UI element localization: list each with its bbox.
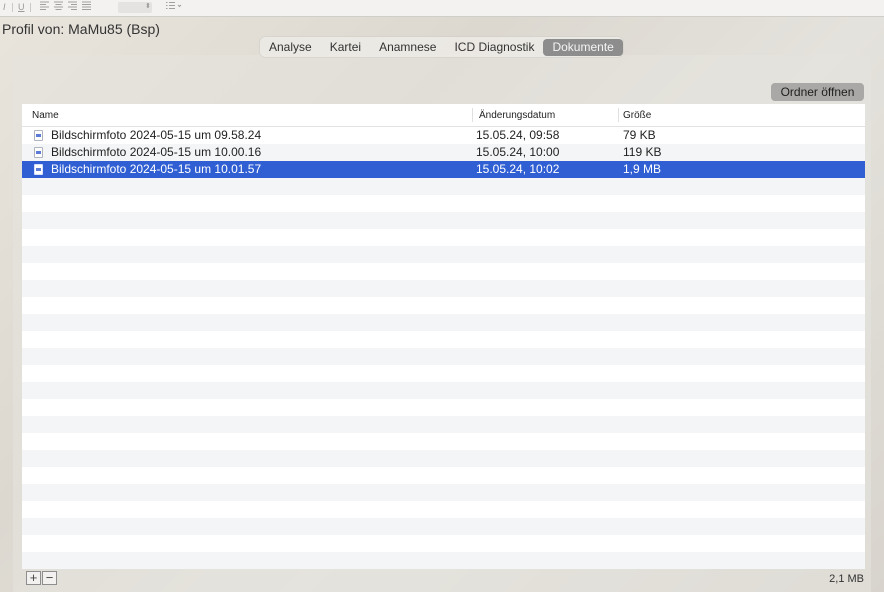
empty-row-stripe — [22, 280, 865, 297]
add-document-button[interactable]: + — [26, 571, 41, 585]
empty-row-stripe — [22, 552, 865, 569]
column-header-name[interactable]: Name — [32, 110, 59, 122]
profile-title: Profil von: MaMu85 (Bsp) — [2, 21, 160, 37]
empty-row-stripe — [22, 518, 865, 535]
empty-row-stripe — [22, 416, 865, 433]
tab-dokumente[interactable]: Dokumente — [543, 38, 623, 56]
tab-kartei[interactable]: Kartei — [321, 39, 370, 56]
column-divider[interactable] — [472, 108, 473, 122]
empty-row-stripe — [22, 314, 865, 331]
justify-icon[interactable] — [82, 1, 91, 13]
italic-button[interactable]: I — [3, 1, 6, 13]
tab-analyse[interactable]: Analyse — [260, 39, 321, 56]
total-size-label: 2,1 MB — [829, 573, 864, 585]
file-modified: 15.05.24, 09:58 — [476, 128, 560, 142]
align-left-icon[interactable] — [40, 1, 49, 13]
file-modified: 15.05.24, 10:02 — [476, 162, 560, 176]
empty-row-stripe — [22, 178, 865, 195]
table-row[interactable]: Bildschirmfoto 2024-05-15 um 10.00.16 15… — [22, 144, 865, 161]
image-file-icon — [34, 164, 43, 175]
file-size: 1,9 MB — [623, 162, 662, 176]
empty-row-stripe — [22, 484, 865, 501]
file-size: 119 KB — [623, 145, 662, 159]
tab-anamnese[interactable]: Anamnese — [370, 39, 445, 56]
stepper-icon: ⬍ — [145, 3, 151, 10]
empty-row-stripe — [22, 382, 865, 399]
file-modified: 15.05.24, 10:00 — [476, 145, 560, 159]
empty-row-stripe — [22, 246, 865, 263]
empty-row-stripe — [22, 348, 865, 365]
table-row[interactable]: Bildschirmfoto 2024-05-15 um 09.58.24 15… — [22, 127, 865, 144]
spacing-stepper[interactable]: ⬍ — [118, 2, 152, 13]
table-header: Name Änderungsdatum Größe — [22, 104, 865, 127]
tab-bar: Analyse Kartei Anamnese ICD Diagnostik D… — [260, 37, 623, 57]
align-center-icon[interactable] — [54, 1, 63, 13]
empty-row-stripe — [22, 212, 865, 229]
remove-document-button[interactable]: − — [42, 571, 57, 585]
align-right-icon[interactable] — [68, 1, 77, 13]
documents-table: Name Änderungsdatum Größe Bildschirmfoto… — [22, 104, 865, 569]
format-toolbar: I U ⬍ — [0, 0, 884, 17]
table-body: Bildschirmfoto 2024-05-15 um 09.58.24 15… — [22, 127, 865, 569]
column-divider[interactable] — [618, 108, 619, 122]
toolbar-divider — [30, 3, 31, 12]
column-header-size[interactable]: Größe — [623, 110, 651, 122]
toolbar-divider — [12, 3, 13, 12]
open-folder-button[interactable]: Ordner öffnen — [771, 83, 864, 101]
image-file-icon — [34, 147, 43, 158]
underline-button[interactable]: U — [18, 1, 25, 13]
file-size: 79 KB — [623, 128, 656, 142]
file-name: Bildschirmfoto 2024-05-15 um 10.01.57 — [51, 162, 262, 176]
empty-row-stripe — [22, 450, 865, 467]
image-file-icon — [34, 130, 43, 141]
column-header-modified[interactable]: Änderungsdatum — [479, 110, 555, 122]
table-row-selected[interactable]: Bildschirmfoto 2024-05-15 um 10.01.57 15… — [22, 161, 865, 178]
file-name: Bildschirmfoto 2024-05-15 um 10.00.16 — [51, 145, 262, 159]
list-icon[interactable] — [166, 1, 182, 13]
file-name: Bildschirmfoto 2024-05-15 um 09.58.24 — [51, 128, 262, 142]
tab-icd-diagnostik[interactable]: ICD Diagnostik — [445, 39, 543, 56]
